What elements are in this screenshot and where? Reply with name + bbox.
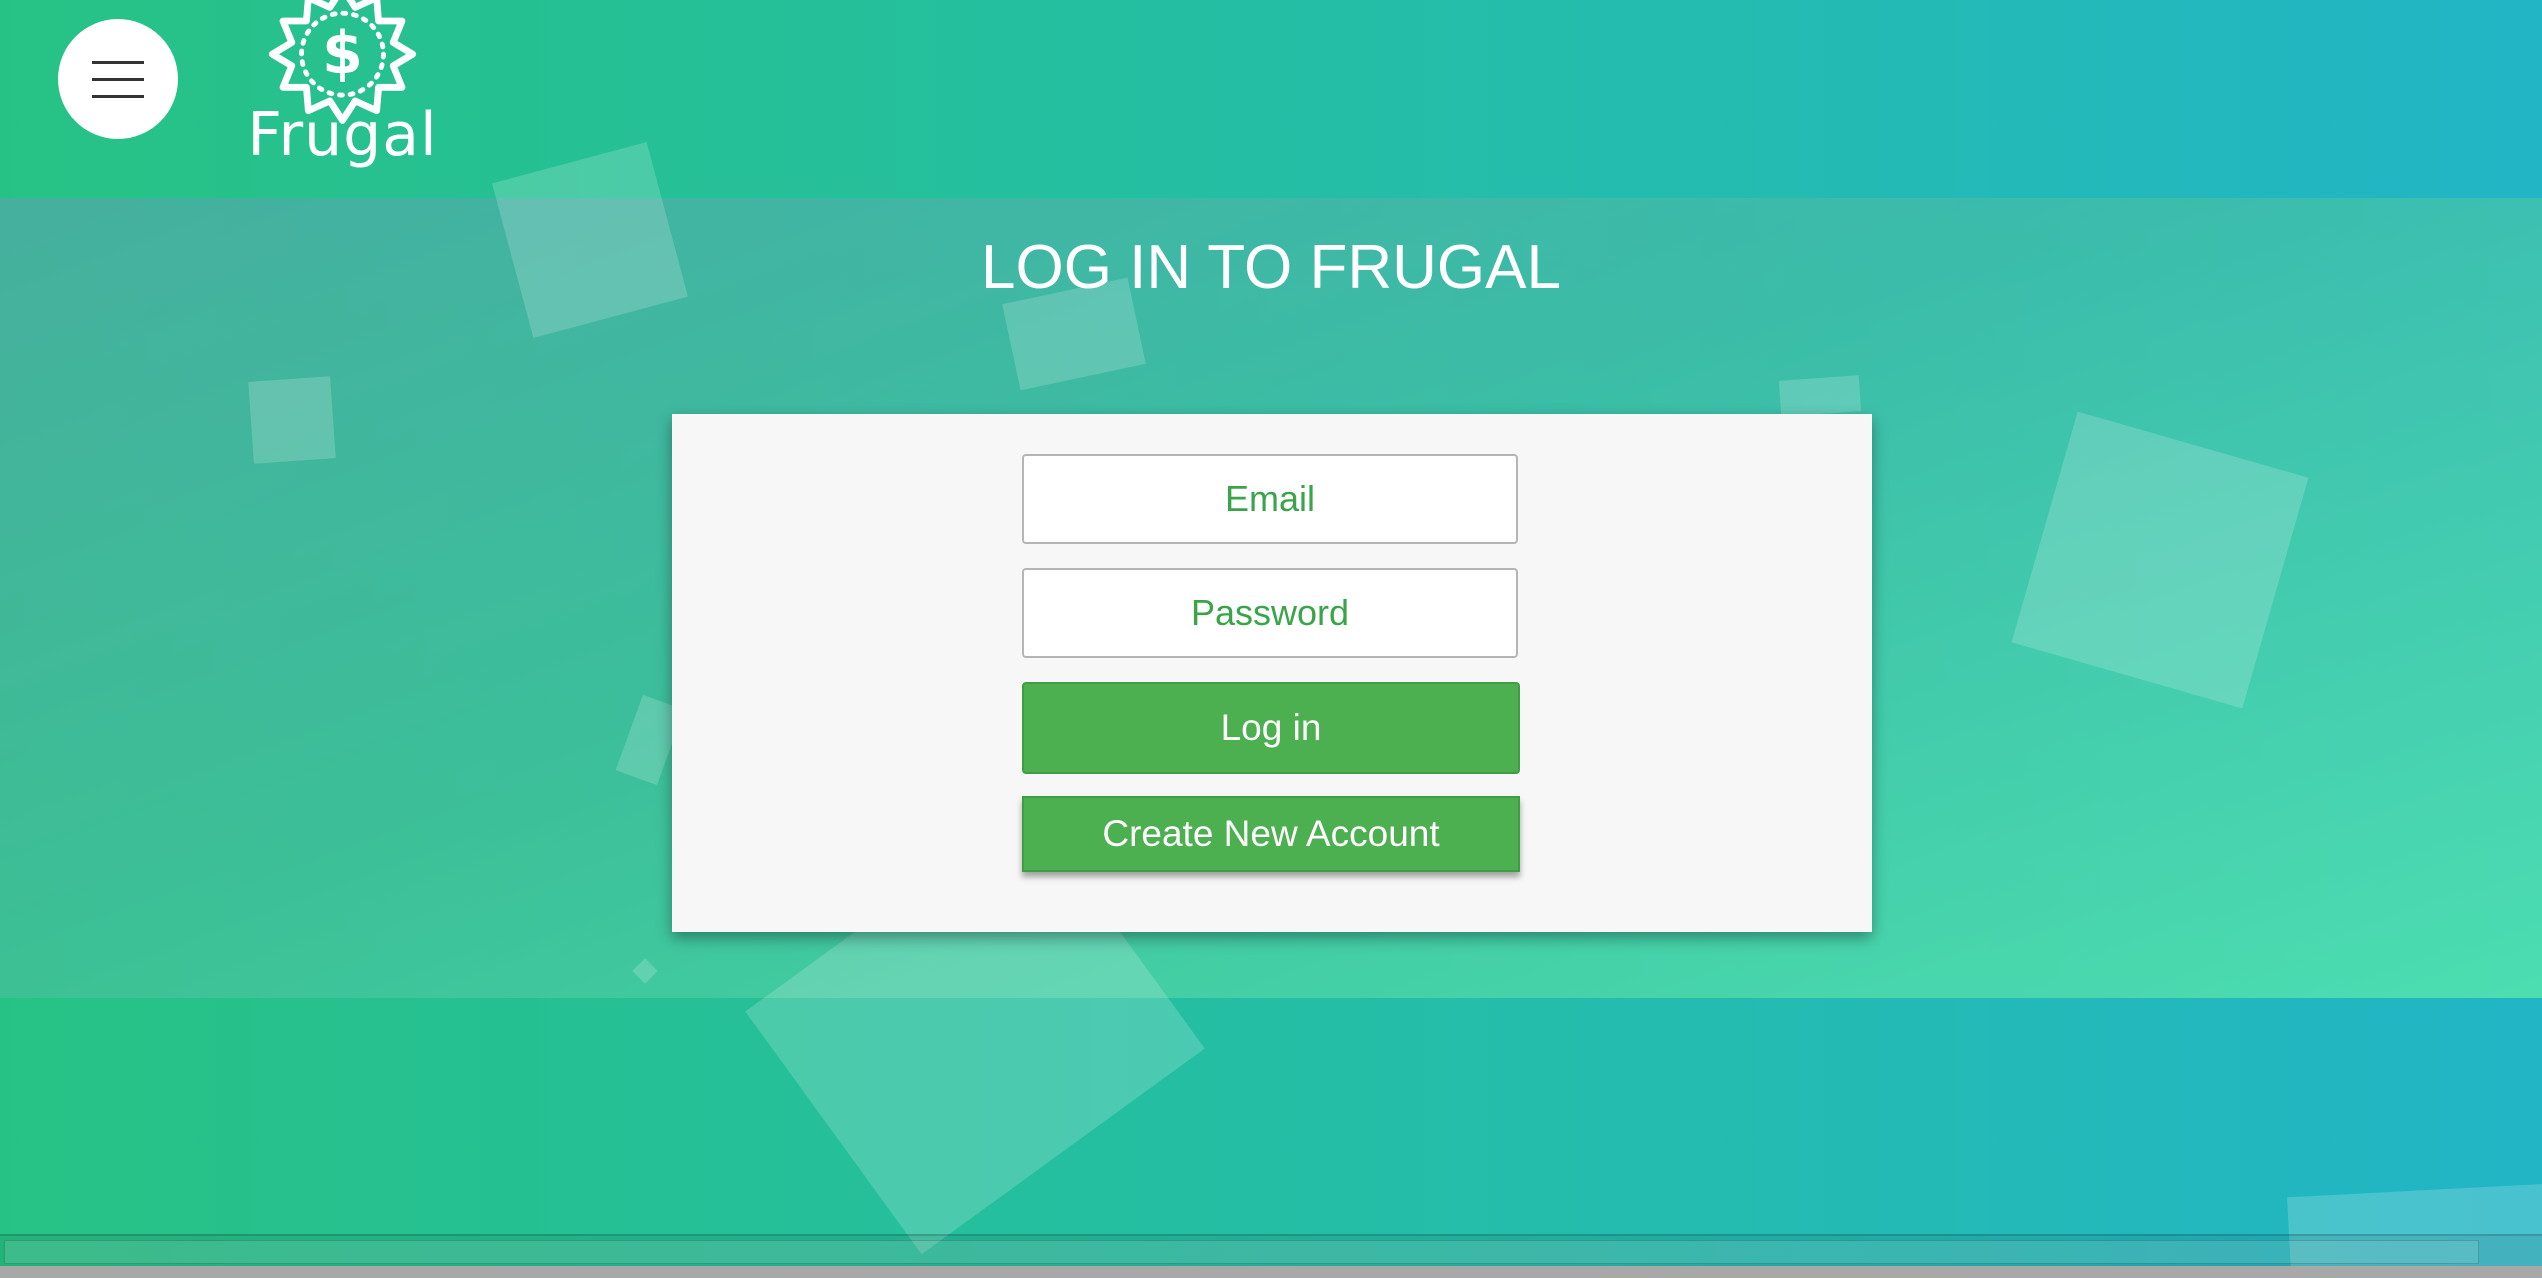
page-title: LOG IN TO FRUGAL [981, 233, 1561, 302]
login-button[interactable]: Log in [1022, 682, 1520, 774]
scrollbar-thumb[interactable] [4, 1240, 2479, 1264]
password-field[interactable] [1022, 568, 1518, 658]
svg-text:$: $ [322, 20, 363, 88]
email-field[interactable] [1022, 454, 1518, 544]
hamburger-menu-icon [92, 77, 144, 81]
hamburger-menu-icon [92, 60, 144, 64]
logo-text: Frugal [247, 100, 438, 170]
menu-button[interactable] [58, 19, 178, 139]
horizontal-scrollbar[interactable] [0, 1234, 2542, 1266]
hamburger-menu-icon [92, 94, 144, 98]
page: $ Frugal LOG IN TO FRUGAL Log in Create … [0, 0, 2542, 1278]
top-header: $ Frugal [0, 0, 2542, 198]
create-account-button[interactable]: Create New Account [1022, 796, 1520, 872]
login-card: Log in Create New Account [672, 414, 1872, 932]
window-bottom-edge [0, 1266, 2542, 1278]
frugal-logo[interactable]: $ Frugal [245, 0, 445, 182]
